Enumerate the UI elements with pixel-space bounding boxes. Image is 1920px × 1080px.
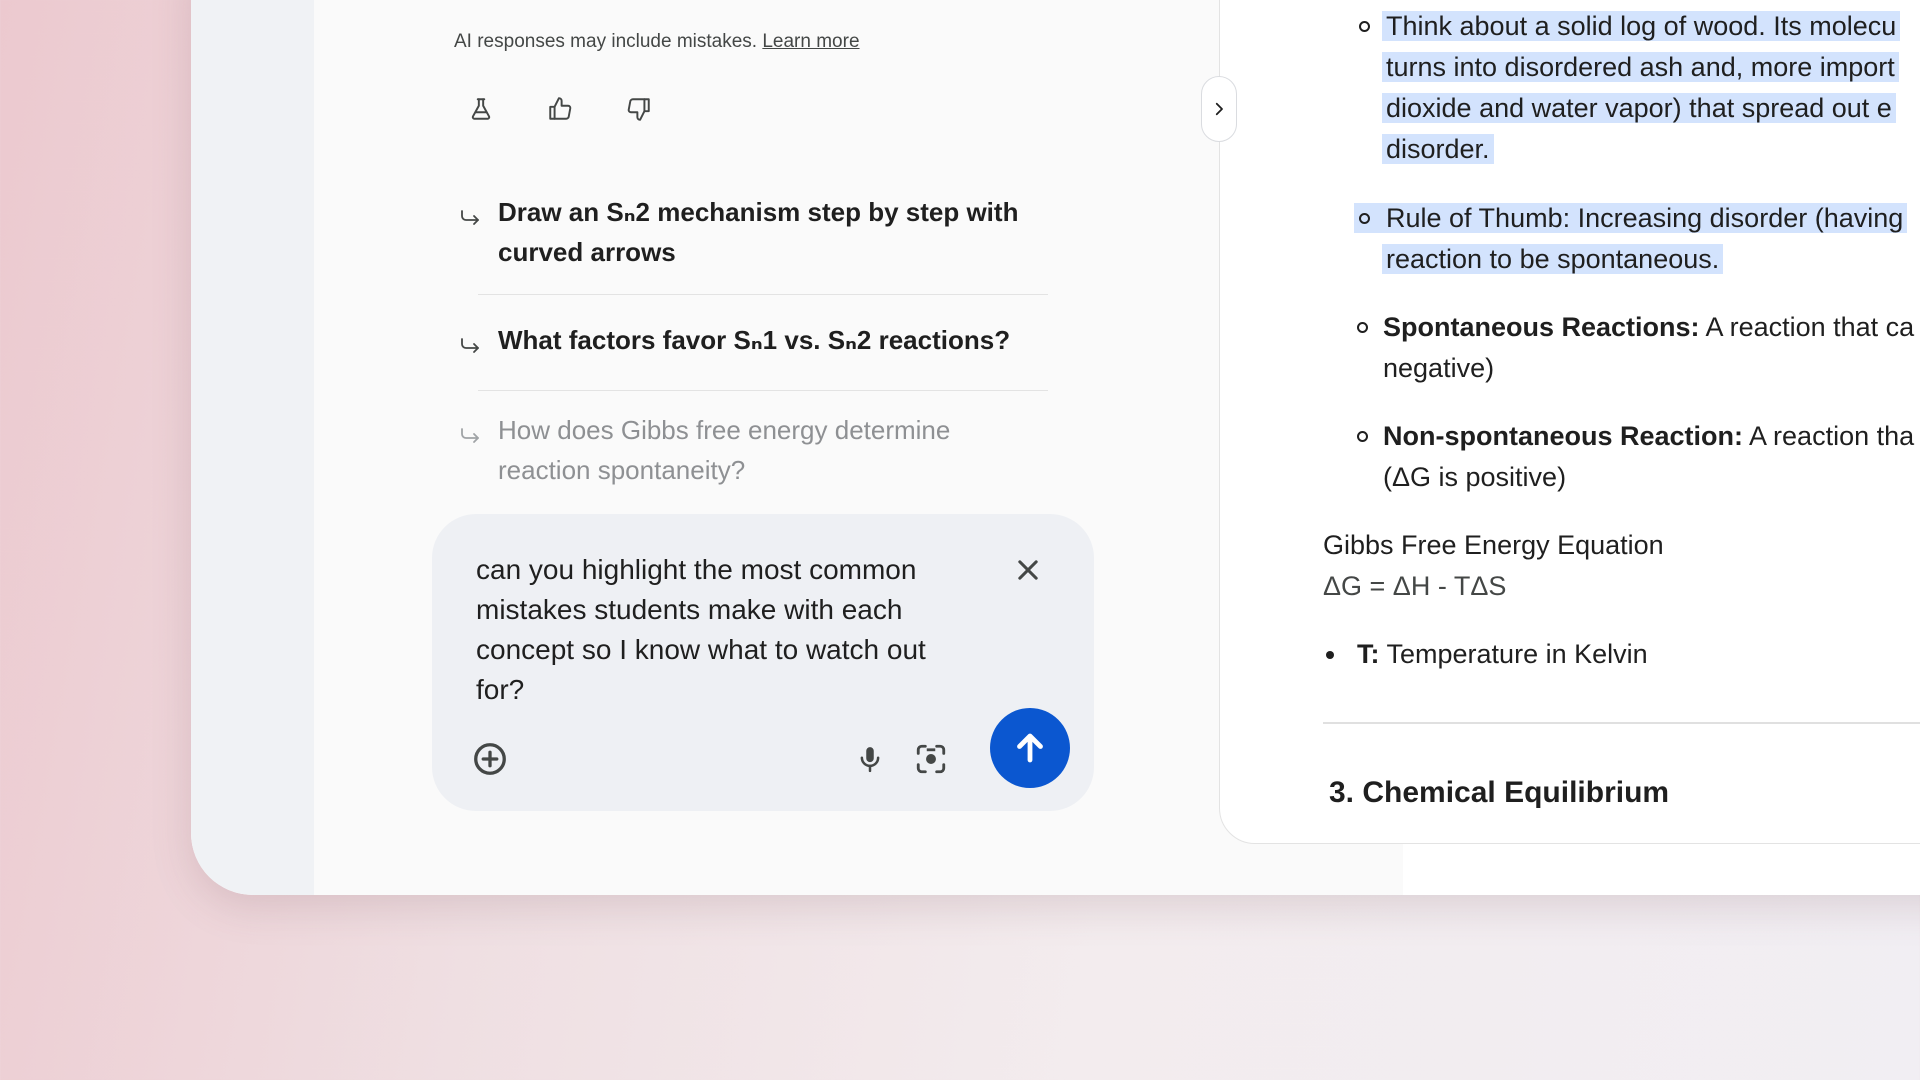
non-spontaneous-reaction-text: Non-spontaneous Reaction: A reaction tha… bbox=[1383, 416, 1920, 498]
circle-bullet bbox=[1357, 431, 1368, 442]
highlighted-text: turns into disordered ash and, more impo… bbox=[1382, 52, 1899, 82]
prompt-composer: can you highlight the most common mistak… bbox=[432, 514, 1094, 811]
rule-of-thumb-text: Rule of Thumb: Increasing disorder (havi… bbox=[1382, 198, 1920, 280]
add-circle-icon bbox=[474, 743, 506, 775]
arrow-up-icon bbox=[1017, 733, 1043, 763]
term-label: T: bbox=[1357, 639, 1380, 669]
learn-more-link[interactable]: Learn more bbox=[762, 31, 859, 52]
thumbs-down-button[interactable] bbox=[619, 89, 659, 129]
disclaimer-text: AI responses may include mistakes. bbox=[454, 31, 763, 52]
disc-bullet bbox=[1326, 651, 1334, 659]
definition-text: Temperature in Kelvin bbox=[1379, 639, 1648, 669]
microphone-icon bbox=[860, 747, 880, 773]
suggestion-sn2-mechanism[interactable]: Draw an Sₙ2 mechanism step by step with … bbox=[458, 192, 1048, 272]
highlighted-text: reaction to be spontaneous. bbox=[1382, 244, 1724, 274]
circle-bullet bbox=[1359, 21, 1370, 32]
suggestion-text: What factors favor Sₙ1 vs. Sₙ2 reactions… bbox=[498, 325, 1011, 355]
definition-text: A reaction tha bbox=[1743, 421, 1915, 451]
term-label: Non-spontaneous Reaction: bbox=[1383, 421, 1744, 451]
circle-bullet bbox=[1357, 322, 1368, 333]
highlighted-text: disorder. bbox=[1382, 134, 1494, 164]
definition-text: (ΔG is positive) bbox=[1383, 462, 1567, 492]
prompt-input[interactable]: can you highlight the most common mistak… bbox=[476, 550, 976, 710]
highlighted-text: dioxide and water vapor) that spread out… bbox=[1382, 93, 1896, 123]
camera-lens-icon bbox=[916, 744, 946, 774]
collapse-panel-button[interactable] bbox=[1201, 76, 1237, 142]
suggestion-sn1-vs-sn2[interactable]: What factors favor Sₙ1 vs. Sₙ2 reactions… bbox=[458, 320, 1048, 363]
flask-button[interactable] bbox=[461, 89, 501, 129]
suggestion-text: Draw an Sₙ2 mechanism step by step with bbox=[498, 197, 1019, 227]
highlighted-text: Rule of Thumb: Increasing disorder (havi… bbox=[1382, 203, 1908, 233]
spontaneous-reactions-text: Spontaneous Reactions: A reaction that c… bbox=[1383, 307, 1920, 389]
add-attachment-button[interactable] bbox=[470, 739, 510, 779]
temperature-text: T: Temperature in Kelvin bbox=[1357, 634, 1648, 675]
side-rail bbox=[191, 0, 314, 895]
camera-search-button[interactable] bbox=[911, 739, 951, 779]
thumbs-up-icon bbox=[549, 97, 572, 120]
section-divider bbox=[1323, 722, 1920, 724]
voice-input-button[interactable] bbox=[850, 739, 890, 779]
wood-example-text: Think about a solid log of wood. Its mol… bbox=[1382, 6, 1920, 170]
suggestion-text: reaction spontaneity? bbox=[498, 455, 746, 485]
circle-bullet bbox=[1359, 213, 1370, 224]
suggestion-text: curved arrows bbox=[498, 237, 676, 267]
divider bbox=[478, 294, 1048, 295]
term-label: Spontaneous Reactions: bbox=[1383, 312, 1700, 342]
highlighted-text: Think about a solid log of wood. Its mol… bbox=[1382, 11, 1901, 41]
flask-icon bbox=[471, 98, 491, 120]
reply-arrow-icon bbox=[461, 338, 479, 353]
definition-text: negative) bbox=[1383, 353, 1495, 383]
thumbs-up-button[interactable] bbox=[540, 89, 580, 129]
suggestion-text: How does Gibbs free energy determine bbox=[498, 415, 951, 445]
ai-disclaimer: AI responses may include mistakes. Learn… bbox=[454, 31, 860, 53]
thumbs-down-icon bbox=[627, 98, 650, 121]
suggestion-gibbs-spontaneity[interactable]: How does Gibbs free energy determine reac… bbox=[458, 410, 1048, 490]
reply-arrow-icon bbox=[461, 210, 479, 225]
divider bbox=[478, 390, 1048, 391]
section-heading: 3. Chemical Equilibrium bbox=[1329, 776, 1670, 809]
chevron-right-icon bbox=[1215, 102, 1223, 116]
clear-prompt-button[interactable] bbox=[1008, 550, 1048, 590]
gibbs-equation: ΔG = ΔH - TΔS bbox=[1323, 571, 1507, 601]
close-icon bbox=[1018, 560, 1038, 580]
gibbs-heading: Gibbs Free Energy Equation bbox=[1323, 530, 1664, 560]
send-button[interactable] bbox=[990, 708, 1070, 788]
definition-text: A reaction that ca bbox=[1699, 312, 1915, 342]
reply-arrow-icon bbox=[461, 428, 479, 443]
